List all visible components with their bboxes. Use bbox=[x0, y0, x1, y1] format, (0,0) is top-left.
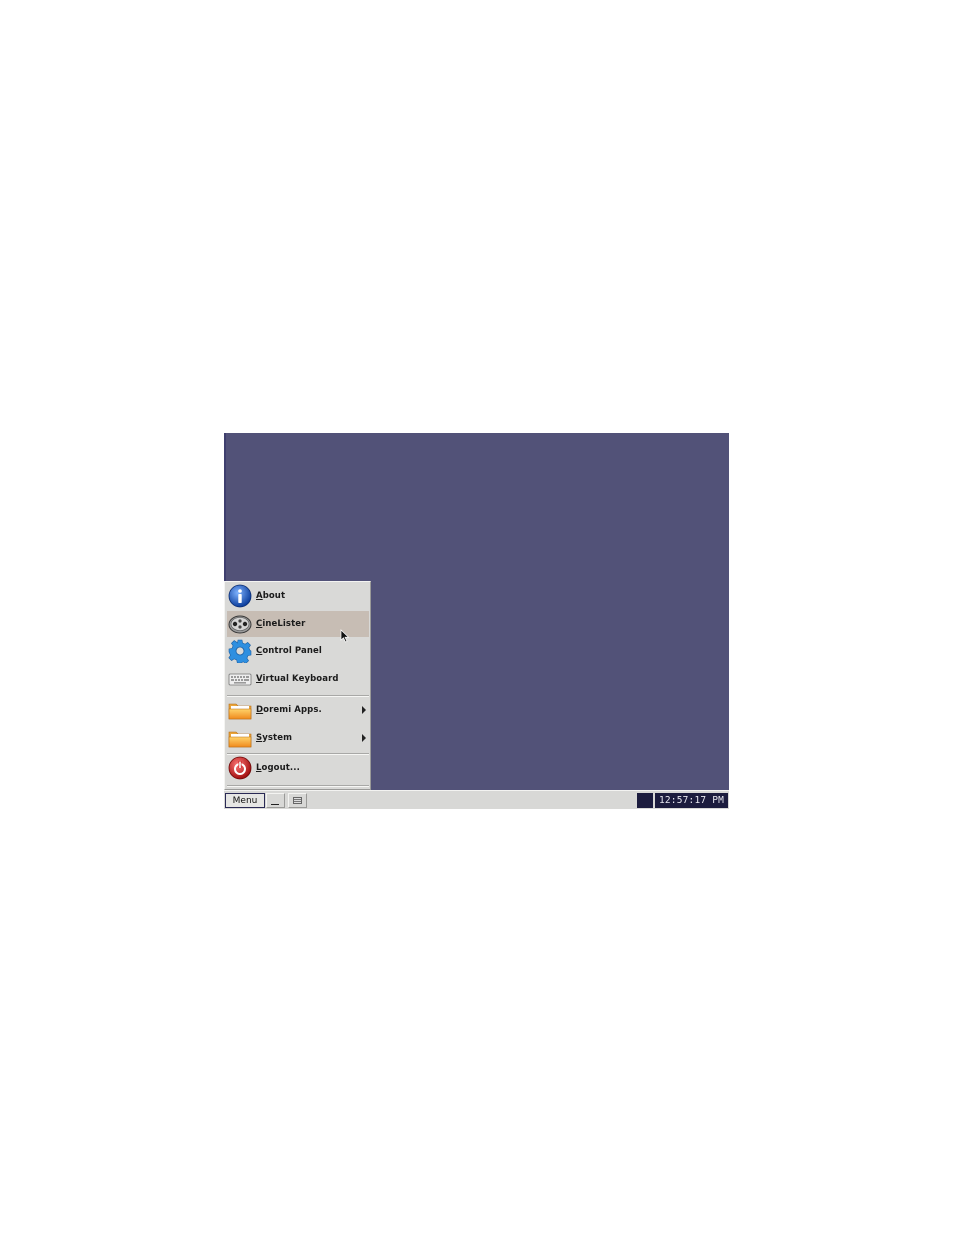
window-list-button[interactable] bbox=[288, 793, 307, 808]
menu-button[interactable]: Menu bbox=[225, 793, 265, 808]
menu-item-label: Virtual Keyboard bbox=[256, 674, 339, 684]
menu-item-label: Doremi Apps. bbox=[256, 705, 322, 715]
menu-item-label: About bbox=[256, 591, 286, 601]
power-icon bbox=[228, 756, 252, 780]
taskbar: Menu 12:57:17 PM bbox=[224, 790, 729, 809]
folder-icon bbox=[228, 731, 252, 748]
film-reel-icon bbox=[228, 615, 252, 634]
mouse-cursor-icon bbox=[340, 629, 350, 643]
menu-item-system[interactable]: System bbox=[227, 725, 369, 751]
submenu-arrow-icon bbox=[362, 734, 366, 742]
menu-item-virtual-keyboard[interactable]: Virtual Keyboard bbox=[227, 666, 369, 692]
menu-bottom-separator bbox=[227, 785, 369, 787]
menu-item-doremi-apps[interactable]: Doremi Apps. bbox=[227, 697, 369, 723]
menu-item-logout[interactable]: Logout... bbox=[227, 755, 369, 781]
menu-item-about[interactable]: About bbox=[227, 583, 369, 609]
screen: About CineLister Control Panel Virtual K… bbox=[224, 433, 729, 809]
menu-item-label: CineLister bbox=[256, 619, 306, 629]
start-menu: About CineLister Control Panel Virtual K… bbox=[224, 581, 371, 790]
menu-item-label: System bbox=[256, 733, 293, 743]
info-icon bbox=[228, 584, 252, 608]
menu-item-label: Control Panel bbox=[256, 646, 322, 656]
minimize-all-button[interactable] bbox=[266, 793, 285, 808]
menu-item-label: Logout... bbox=[256, 763, 300, 773]
folder-icon bbox=[228, 703, 252, 720]
submenu-arrow-icon bbox=[362, 706, 366, 714]
tray-indicator bbox=[637, 793, 653, 808]
keyboard-icon bbox=[228, 673, 252, 686]
clock: 12:57:17 PM bbox=[655, 793, 728, 808]
gear-icon bbox=[228, 639, 252, 663]
